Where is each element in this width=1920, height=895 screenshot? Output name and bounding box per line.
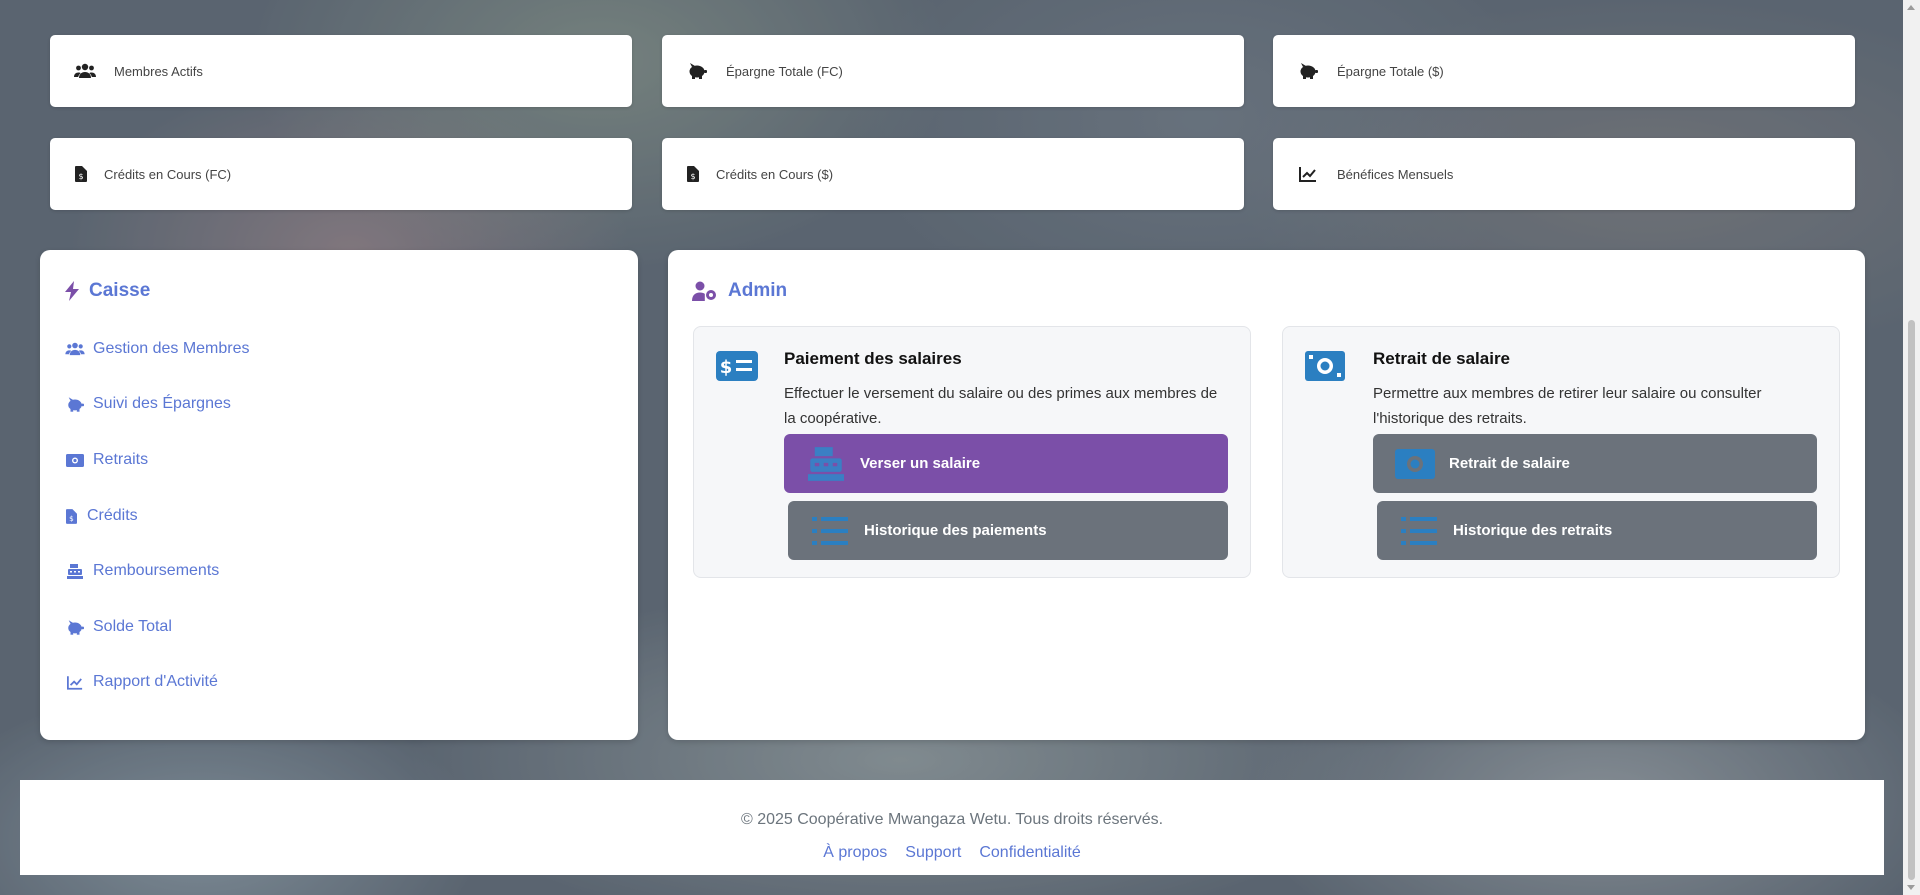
nav-label: Crédits (87, 507, 138, 524)
nav-suivi-epargnes[interactable]: Suivi des Épargnes (65, 395, 231, 413)
stat-card-benefices: Bénéfices Mensuels (1273, 138, 1855, 210)
nav-gestion-membres[interactable]: Gestion des Membres (65, 340, 250, 358)
cash-register-icon (806, 446, 846, 482)
stat-card-credits-usd: $ Crédits en Cours ($) (662, 138, 1244, 210)
piggy-bank-icon (686, 61, 708, 81)
nav-solde-total[interactable]: Solde Total (65, 618, 172, 636)
users-icon (65, 341, 85, 357)
historique-paiements-button[interactable]: Historique des paiements (788, 501, 1228, 560)
user-cog-icon (692, 281, 718, 301)
footer-links: À propos Support Confidentialité (20, 844, 1884, 862)
nav-rapport-activite[interactable]: Rapport d'Activité (65, 673, 218, 691)
retrait-salaire-button[interactable]: Retrait de salaire (1373, 434, 1817, 493)
invoice-dollar-icon: $ (65, 508, 77, 524)
list-icon (1399, 513, 1439, 549)
svg-text:$: $ (69, 514, 74, 523)
nav-label: Rapport d'Activité (93, 673, 218, 690)
list-icon (810, 513, 850, 549)
stat-label: Épargne Totale ($) (1337, 63, 1444, 79)
nav-label: Solde Total (93, 618, 172, 635)
chart-line-icon (1297, 164, 1319, 184)
stat-card-epargne-fc: Épargne Totale (FC) (662, 35, 1244, 107)
svg-text:$: $ (690, 172, 695, 181)
piggy-bank-icon (1297, 61, 1319, 81)
nav-label: Retraits (93, 451, 149, 468)
svg-text:$: $ (78, 172, 83, 181)
stat-label: Crédits en Cours ($) (716, 166, 834, 182)
scrollbar-thumb[interactable] (1908, 320, 1915, 880)
caisse-panel: Caisse Gestion des Membres Suivi des Épa… (40, 250, 638, 740)
paiement-description: Effectuer le versement du salaire ou des… (784, 385, 1218, 427)
footer-copyright: © 2025 Coopérative Mwangaza Wetu. Tous d… (740, 811, 1164, 828)
nav-label: Remboursements (93, 562, 220, 579)
money-bill-icon (1395, 446, 1435, 482)
nav-remboursements[interactable]: Remboursements (65, 562, 219, 580)
users-icon (74, 61, 96, 81)
piggy-bank-icon (65, 396, 85, 412)
verser-salaire-button[interactable]: Verser un salaire (784, 434, 1228, 493)
invoice-dollar-icon: $ (686, 164, 700, 184)
footer-link-confidentialite[interactable]: Confidentialité (979, 844, 1080, 862)
retrait-description: Permettre aux membres de retirer leur sa… (1373, 385, 1762, 427)
footer-link-a-propos[interactable]: À propos (823, 844, 887, 862)
vertical-scrollbar[interactable] (1903, 0, 1920, 895)
nav-credits[interactable]: $ Crédits (65, 507, 138, 525)
stat-card-credits-fc: $ Crédits en Cours (FC) (50, 138, 632, 210)
footer: © 2025 Coopérative Mwangaza Wetu. Tous d… (20, 780, 1884, 875)
scroll-up-arrow-icon[interactable] (1907, 5, 1915, 10)
piggy-bank-icon (65, 619, 85, 635)
stat-label: Bénéfices Mensuels (1337, 166, 1454, 182)
nav-retraits[interactable]: Retraits (65, 451, 148, 469)
nav-label: Suivi des Épargnes (93, 395, 231, 412)
admin-title: Admin (692, 280, 787, 302)
nav-label: Gestion des Membres (93, 340, 250, 357)
paiement-title: Paiement des salaires (784, 349, 962, 368)
footer-link-support[interactable]: Support (905, 844, 961, 862)
money-bill-icon (65, 452, 85, 468)
historique-retraits-button[interactable]: Historique des retraits (1377, 501, 1817, 560)
stat-card-membres-actifs: Membres Actifs (50, 35, 632, 107)
stat-label: Membres Actifs (114, 63, 203, 79)
retrait-title: Retrait de salaire (1373, 349, 1511, 368)
invoice-dollar-icon: $ (74, 164, 88, 184)
stat-card-epargne-usd: Épargne Totale ($) (1273, 35, 1855, 107)
money-check-dollar-icon: $ (716, 351, 758, 386)
scroll-down-arrow-icon[interactable] (1907, 885, 1915, 890)
caisse-title: Caisse (65, 280, 150, 302)
chart-line-icon (65, 674, 85, 690)
cash-register-icon (65, 563, 85, 579)
paiement-salaires-card: $ Paiement des salaires Effectuer le ver… (693, 326, 1251, 578)
retrait-salaire-card: Retrait de salaire Permettre aux membres… (1282, 326, 1840, 578)
stat-label: Crédits en Cours (FC) (104, 166, 232, 182)
svg-text:$: $ (720, 357, 733, 378)
stat-label: Épargne Totale (FC) (726, 63, 843, 79)
money-bill-icon (1305, 351, 1345, 386)
admin-panel: Admin $ Paiement des salaires Effectuer … (668, 250, 1865, 740)
bolt-icon (65, 281, 79, 301)
